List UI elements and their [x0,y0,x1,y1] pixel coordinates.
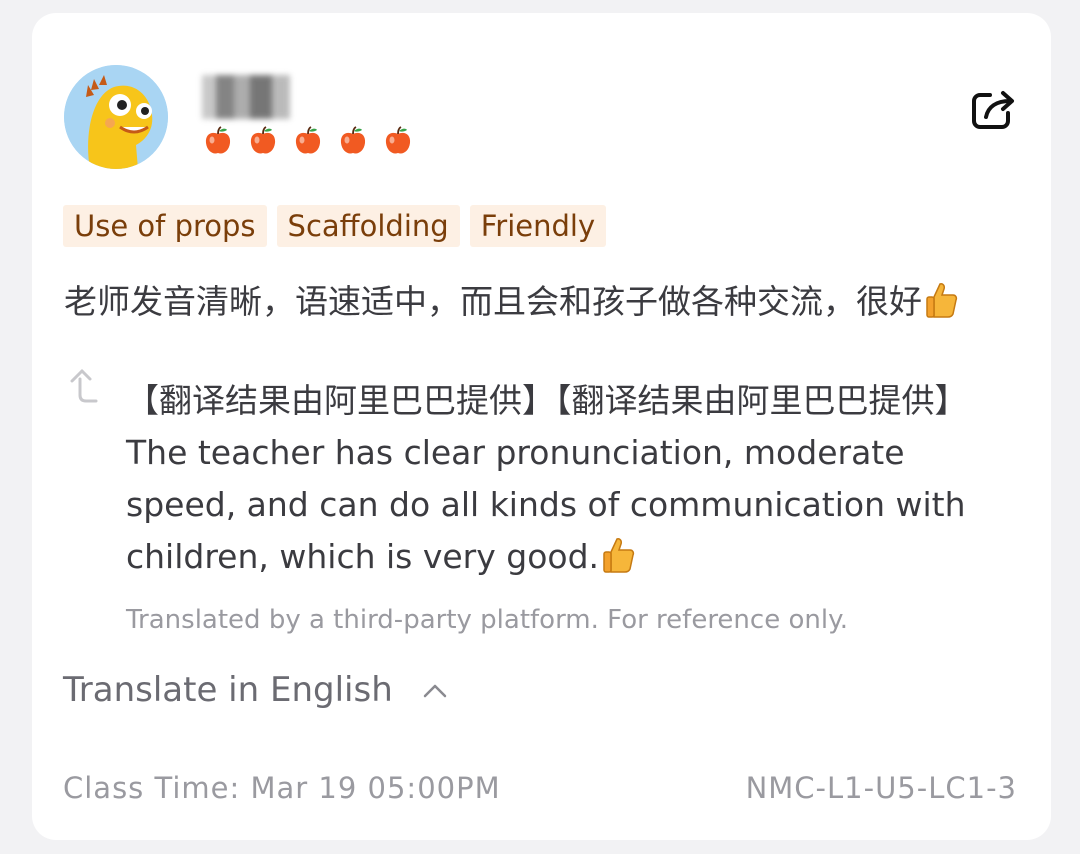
tag-use-of-props: Use of props [63,205,267,247]
thumbs-up-icon [603,538,635,573]
share-icon[interactable] [970,87,1018,131]
tag-list: Use of props Scaffolding Friendly [63,205,607,247]
review-card: Use of props Scaffolding Friendly 老师发音清晰… [32,13,1051,840]
review-text-content: 老师发音清晰，语速适中，而且会和孩子做各种交流，很好 [64,282,922,321]
translate-arrow-icon [70,369,98,403]
review-text: 老师发音清晰，语速适中，而且会和孩子做各种交流，很好 [64,275,958,323]
tag-friendly: Friendly [469,205,607,247]
avatar [64,65,168,169]
apple-icon [340,126,366,154]
translate-toggle-button[interactable]: Translate in English [63,670,449,710]
apple-icon [385,126,411,154]
thumbs-up-icon [926,283,958,318]
apple-icon [295,126,321,154]
tag-scaffolding: Scaffolding [276,205,460,247]
star-rating [202,125,414,157]
class-code: NMC-L1-U5-LC1-3 [745,771,1017,805]
username-blurred [202,75,290,119]
translate-toggle-label: Translate in English [63,670,393,710]
class-time: Class Time: Mar 19 05:00PM [63,771,501,805]
apple-icon [250,126,276,154]
translation-text: 【翻译结果由阿里巴巴提供】【翻译结果由阿里巴巴提供】The teacher ha… [126,375,1006,583]
translation-text-content: 【翻译结果由阿里巴巴提供】【翻译结果由阿里巴巴提供】The teacher ha… [126,381,968,576]
chevron-up-icon [423,684,447,698]
translation-disclaimer: Translated by a third-party platform. Fo… [126,605,849,635]
apple-icon [205,126,231,154]
